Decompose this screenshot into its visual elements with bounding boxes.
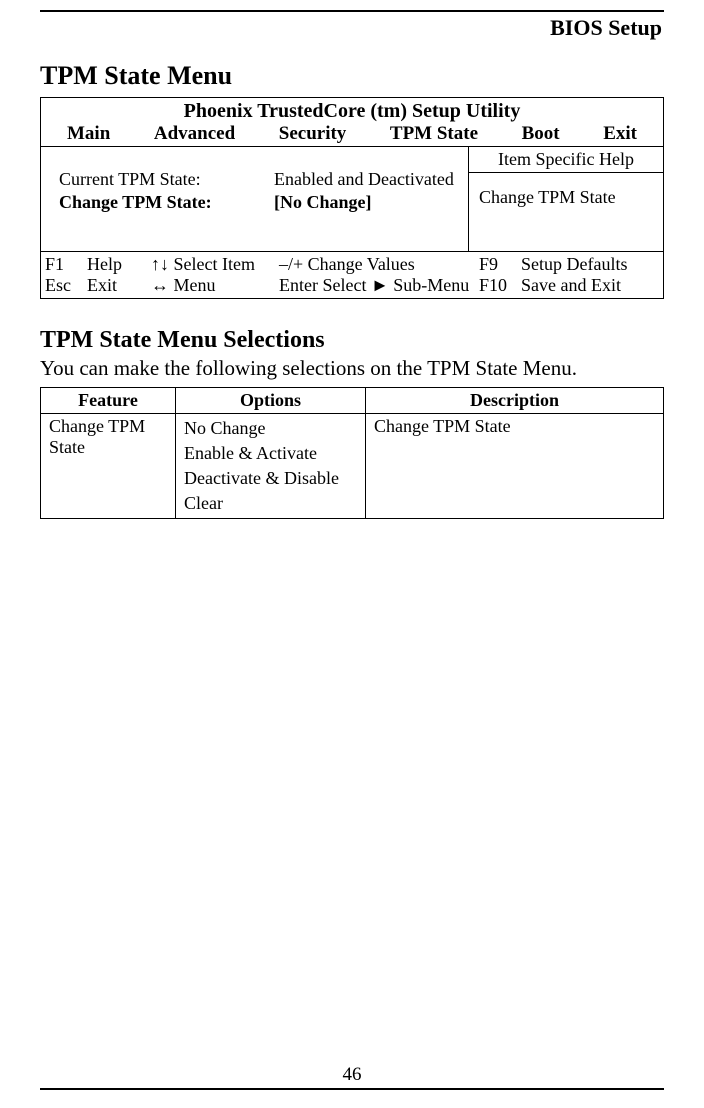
- tab-security[interactable]: Security: [273, 123, 353, 145]
- help-body: Change TPM State: [468, 173, 663, 251]
- bios-body: Current TPM State: Enabled and Deactivat…: [41, 147, 663, 251]
- th-options: Options: [176, 388, 366, 414]
- selections-table: Feature Options Description Change TPM S…: [40, 387, 664, 519]
- table-header-row: Feature Options Description: [41, 388, 664, 414]
- setting-value: [No Change]: [274, 192, 454, 213]
- help-panel: Item Specific Help Change TPM State: [468, 147, 663, 251]
- page-number: 46: [40, 1064, 664, 1086]
- tab-exit[interactable]: Exit: [597, 123, 643, 145]
- footer-rule: [40, 1088, 664, 1090]
- setting-value: Enabled and Deactivated: [274, 169, 454, 190]
- key-esc: Esc: [45, 275, 87, 296]
- cell-description: Change TPM State: [366, 414, 664, 519]
- legend-row-2: Esc Exit ↔ Menu Enter Select ► Sub-Menu …: [45, 275, 659, 296]
- tab-advanced[interactable]: Advanced: [148, 123, 241, 145]
- bios-title: Phoenix TrustedCore (tm) Setup Utility: [41, 98, 663, 123]
- option-deactivate-disable: Deactivate & Disable: [184, 466, 357, 491]
- setting-current-tpm-state: Current TPM State: Enabled and Deactivat…: [59, 169, 454, 190]
- page-footer: 46: [40, 1064, 664, 1090]
- key-f10: F10: [479, 275, 521, 296]
- setting-change-tpm-state[interactable]: Change TPM State: [No Change]: [59, 192, 454, 213]
- th-description: Description: [366, 388, 664, 414]
- key-f10-label: Save and Exit: [521, 275, 659, 296]
- setting-label: Change TPM State:: [59, 192, 274, 213]
- option-enable-activate: Enable & Activate: [184, 441, 357, 466]
- tab-tpm-state[interactable]: TPM State: [384, 123, 484, 145]
- key-submenu: Enter Select ► Sub-Menu: [279, 275, 479, 296]
- option-no-change: No Change: [184, 416, 357, 441]
- bios-tabs: Main Advanced Security TPM State Boot Ex…: [41, 123, 663, 147]
- key-f9: F9: [479, 254, 521, 275]
- tab-boot[interactable]: Boot: [516, 123, 566, 145]
- key-legend: F1 Help ↑↓ Select Item –/+ Change Values…: [41, 251, 663, 298]
- key-select-item: ↑↓ Select Item: [151, 254, 279, 275]
- th-feature: Feature: [41, 388, 176, 414]
- key-f9-label: Setup Defaults: [521, 254, 659, 275]
- key-f1: F1: [45, 254, 87, 275]
- key-esc-label: Exit: [87, 275, 151, 296]
- section-title: TPM State Menu: [40, 61, 664, 91]
- bios-settings: Current TPM State: Enabled and Deactivat…: [41, 147, 468, 251]
- bios-panel: Phoenix TrustedCore (tm) Setup Utility M…: [40, 97, 664, 299]
- key-change-values: –/+ Change Values: [279, 254, 479, 275]
- option-clear: Clear: [184, 491, 357, 516]
- header-rule: [40, 10, 664, 12]
- subsection-title: TPM State Menu Selections: [40, 327, 664, 354]
- table-row: Change TPM State No Change Enable & Acti…: [41, 414, 664, 519]
- setting-label: Current TPM State:: [59, 169, 274, 190]
- cell-options: No Change Enable & Activate Deactivate &…: [176, 414, 366, 519]
- legend-row-1: F1 Help ↑↓ Select Item –/+ Change Values…: [45, 254, 659, 275]
- key-menu: ↔ Menu: [151, 275, 279, 296]
- cell-feature: Change TPM State: [41, 414, 176, 519]
- help-title: Item Specific Help: [468, 147, 663, 173]
- intro-text: You can make the following selections on…: [40, 356, 664, 381]
- tab-main[interactable]: Main: [61, 123, 116, 145]
- key-f1-label: Help: [87, 254, 151, 275]
- page-header: BIOS Setup: [40, 15, 664, 41]
